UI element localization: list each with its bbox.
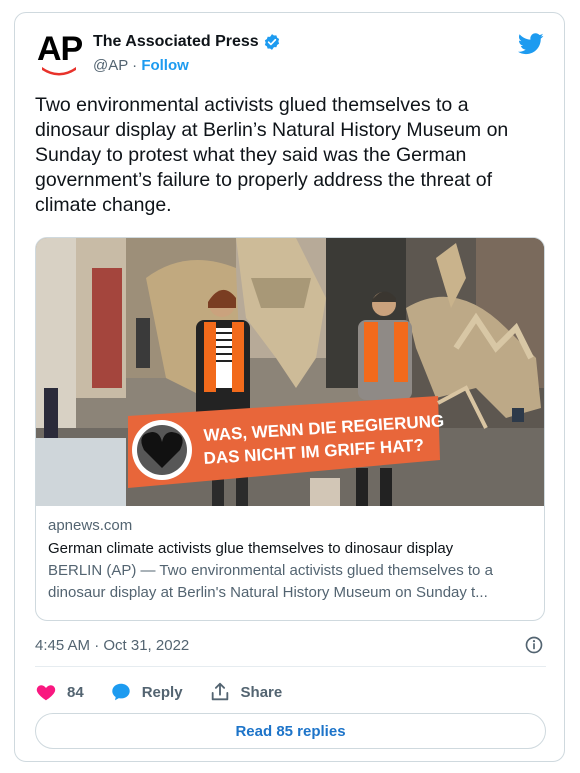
read-replies-button[interactable]: Read 85 replies	[35, 713, 546, 749]
divider	[35, 666, 546, 667]
actions-bar: 84 Reply Share	[35, 678, 308, 706]
link-meta: apnews.com German climate activists glue…	[48, 516, 532, 604]
tweet-text: Two environmental activists glued themse…	[35, 94, 509, 216]
heart-icon	[36, 685, 56, 701]
timestamp[interactable]: 4:45 AM · Oct 31, 2022	[35, 637, 189, 654]
avatar[interactable]: AP	[35, 31, 83, 79]
share-upload-icon	[211, 682, 228, 701]
handle-row: @AP · Follow	[93, 55, 281, 77]
tweet-header: AP The Associated Press @AP · Follow	[35, 31, 546, 89]
reply-bubble-icon	[111, 683, 130, 701]
author-block: The Associated Press @AP · Follow	[93, 31, 281, 77]
link-title[interactable]: German climate activists glue themselves…	[48, 538, 532, 560]
author-handle[interactable]: @AP	[93, 57, 128, 74]
share-label: Share	[240, 683, 283, 701]
info-icon[interactable]	[524, 635, 544, 655]
ap-swoosh-icon	[42, 67, 76, 76]
handle-separator: ·	[127, 57, 142, 74]
reply-button[interactable]: Reply	[110, 681, 183, 703]
reply-label: Reply	[141, 683, 183, 701]
follow-button[interactable]: Follow	[141, 57, 189, 74]
link-preview-card[interactable]: WAS, WENN DIE REGIERUNG DAS NICHT IM GRI…	[35, 237, 545, 621]
link-domain[interactable]: apnews.com	[48, 516, 532, 536]
article-photo[interactable]: WAS, WENN DIE REGIERUNG DAS NICHT IM GRI…	[36, 238, 545, 506]
verified-badge-icon	[264, 34, 279, 50]
like-count: 84	[67, 683, 84, 701]
ap-logo-icon: AP	[37, 30, 83, 68]
author-name[interactable]: The Associated Press	[93, 31, 259, 53]
link-description[interactable]: BERLIN (AP) — Two environmental activist…	[48, 560, 532, 604]
twitter-bird-icon[interactable]	[518, 33, 544, 55]
like-button[interactable]: 84	[35, 681, 84, 703]
author-name-row[interactable]: The Associated Press	[93, 31, 281, 53]
tweet-card: AP The Associated Press @AP · Follow Two…	[14, 12, 565, 762]
timestamp-row: 4:45 AM · Oct 31, 2022	[35, 633, 546, 657]
share-button[interactable]: Share	[209, 681, 283, 703]
